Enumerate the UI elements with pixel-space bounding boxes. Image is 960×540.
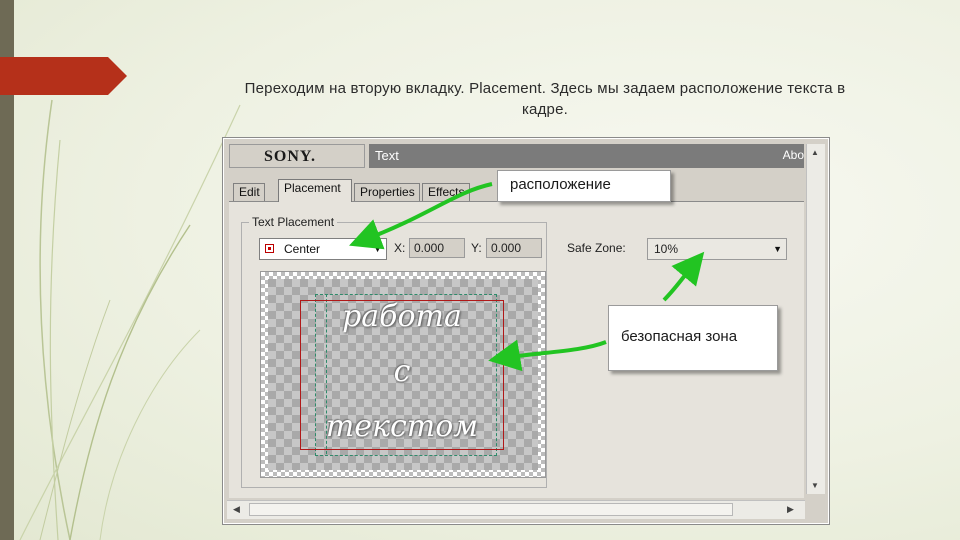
- slide-caption: Переходим на вторую вкладку. Placement. …: [150, 78, 940, 120]
- tab-edit[interactable]: Edit: [233, 183, 265, 201]
- preview-canvas: работа с текстом: [268, 279, 538, 470]
- x-label: X:: [394, 241, 406, 255]
- slide-arrow-marker: [0, 57, 127, 95]
- arrow-right-icon[interactable]: ▶: [787, 504, 794, 515]
- chevron-down-icon[interactable]: ▼: [373, 244, 382, 254]
- about-button[interactable]: Abo: [783, 148, 804, 162]
- arrow-down-icon[interactable]: ▼: [811, 481, 819, 490]
- tab-properties[interactable]: Properties: [354, 183, 420, 201]
- placement-position-value: Center: [284, 242, 321, 256]
- preview-text-line-2: с: [393, 354, 411, 389]
- logo-cell: SONY.: [229, 144, 365, 168]
- safe-zone-value: 10%: [654, 242, 679, 256]
- callout-position: расположение: [497, 170, 671, 202]
- title-bar: Text Abo: [369, 144, 804, 168]
- tab-placement[interactable]: Placement: [278, 179, 352, 202]
- horizontal-scrollbar[interactable]: ◀ ▶: [227, 500, 805, 519]
- preview-text-line-3: текстом: [325, 409, 479, 444]
- horizontal-scroll-thumb[interactable]: [249, 503, 733, 516]
- x-coordinate-field[interactable]: 0.000: [409, 238, 465, 258]
- callout-position-text: расположение: [510, 176, 611, 193]
- sony-logo: SONY.: [264, 148, 316, 165]
- vertical-scrollbar[interactable]: ▲ ▼: [806, 144, 825, 494]
- safe-zone-label: Safe Zone:: [567, 241, 626, 255]
- preview-text-line-1: работа: [342, 299, 462, 334]
- callout-safe-zone: безопасная зона: [608, 305, 778, 371]
- chevron-down-icon[interactable]: ▼: [773, 244, 782, 254]
- placement-preview[interactable]: работа с текстом: [260, 271, 546, 478]
- callout-safe-zone-text: безопасная зона: [621, 328, 738, 345]
- caption-line-2: кадре.: [521, 101, 569, 118]
- window-header: SONY. Text Abo: [229, 144, 804, 168]
- placement-position-select[interactable]: Center ▼: [259, 238, 387, 260]
- arrow-left-icon[interactable]: ◀: [233, 504, 240, 515]
- safe-zone-select[interactable]: 10% ▼: [647, 238, 787, 260]
- center-position-icon: [265, 244, 274, 253]
- caption-line-1: Переходим на вторую вкладку. Placement. …: [244, 80, 846, 97]
- y-label: Y:: [471, 241, 482, 255]
- y-coordinate-field[interactable]: 0.000: [486, 238, 542, 258]
- text-placement-label: Text Placement: [249, 215, 338, 229]
- window-title: Text: [375, 148, 399, 163]
- arrow-up-icon[interactable]: ▲: [811, 148, 819, 157]
- tab-effects[interactable]: Effects: [422, 183, 470, 201]
